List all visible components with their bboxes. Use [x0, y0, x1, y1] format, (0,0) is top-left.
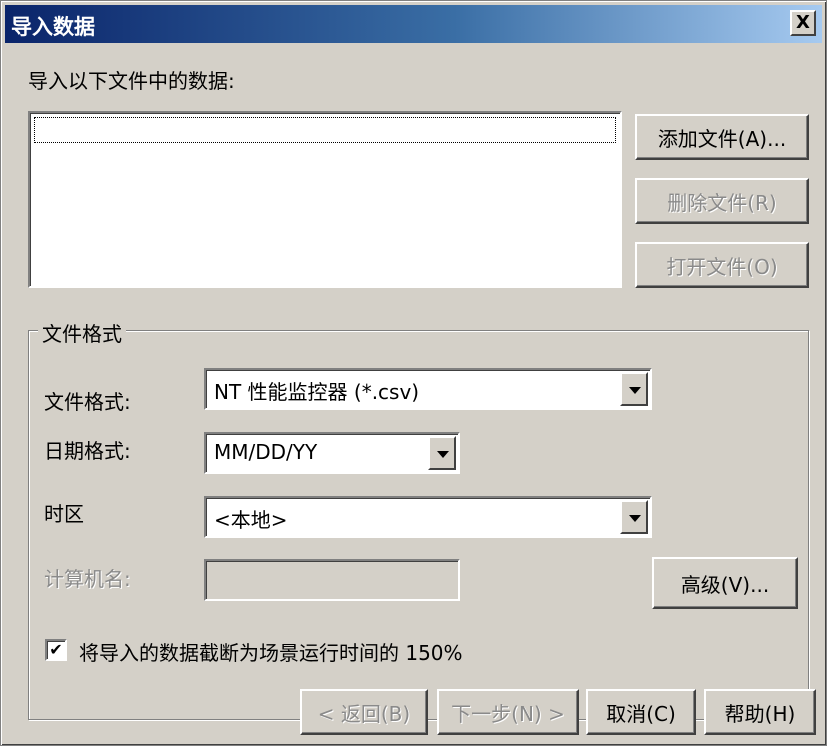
chevron-down-icon[interactable] [620, 372, 648, 406]
next-button[interactable]: 下一步(N) > [437, 689, 579, 735]
file-format-value: NT 性能监控器 (*.csv) [214, 380, 420, 404]
date-format-value: MM/DD/YY [214, 440, 318, 464]
chevron-down-icon[interactable] [428, 436, 456, 470]
help-button[interactable]: 帮助(H) [704, 689, 816, 735]
cancel-button[interactable]: 取消(C) [586, 689, 696, 735]
timezone-label: 时区 [44, 502, 84, 526]
file-format-group-title: 文件格式 [38, 318, 126, 347]
open-file-button[interactable]: 打开文件(O) [635, 242, 809, 288]
import-files-label: 导入以下文件中的数据: [28, 69, 235, 93]
date-format-label: 日期格式: [44, 439, 131, 463]
date-format-select[interactable]: MM/DD/YY [204, 432, 460, 474]
back-button[interactable]: < 返回(B) [300, 689, 428, 735]
timezone-select[interactable]: <本地> [204, 496, 652, 538]
file-format-select[interactable]: NT 性能监控器 (*.csv) [204, 368, 652, 410]
add-file-button[interactable]: 添加文件(A)... [635, 114, 809, 160]
advanced-button[interactable]: 高级(V)... [652, 557, 798, 609]
file-format-label: 文件格式: [44, 390, 131, 414]
truncate-checkbox[interactable]: ✔ [45, 639, 67, 661]
chevron-down-icon[interactable] [620, 500, 648, 534]
truncate-checkbox-label: 将导入的数据截断为场景运行时间的 150% [79, 641, 463, 665]
remove-file-button[interactable]: 删除文件(R) [635, 178, 809, 224]
computer-name-field[interactable] [204, 559, 460, 601]
window-title: 导入数据 [11, 15, 95, 39]
import-data-dialog: 导入数据 X 导入以下文件中的数据: 添加文件(A)... 删除文件(R) 打开… [0, 0, 827, 746]
file-list[interactable] [28, 111, 622, 288]
file-list-focus-row[interactable] [34, 117, 616, 143]
title-bar[interactable]: 导入数据 X [5, 5, 822, 43]
close-button[interactable]: X [790, 10, 816, 36]
computer-name-label: 计算机名: [44, 567, 131, 591]
timezone-value: <本地> [214, 508, 288, 532]
checkmark-icon: ✔ [49, 640, 63, 659]
